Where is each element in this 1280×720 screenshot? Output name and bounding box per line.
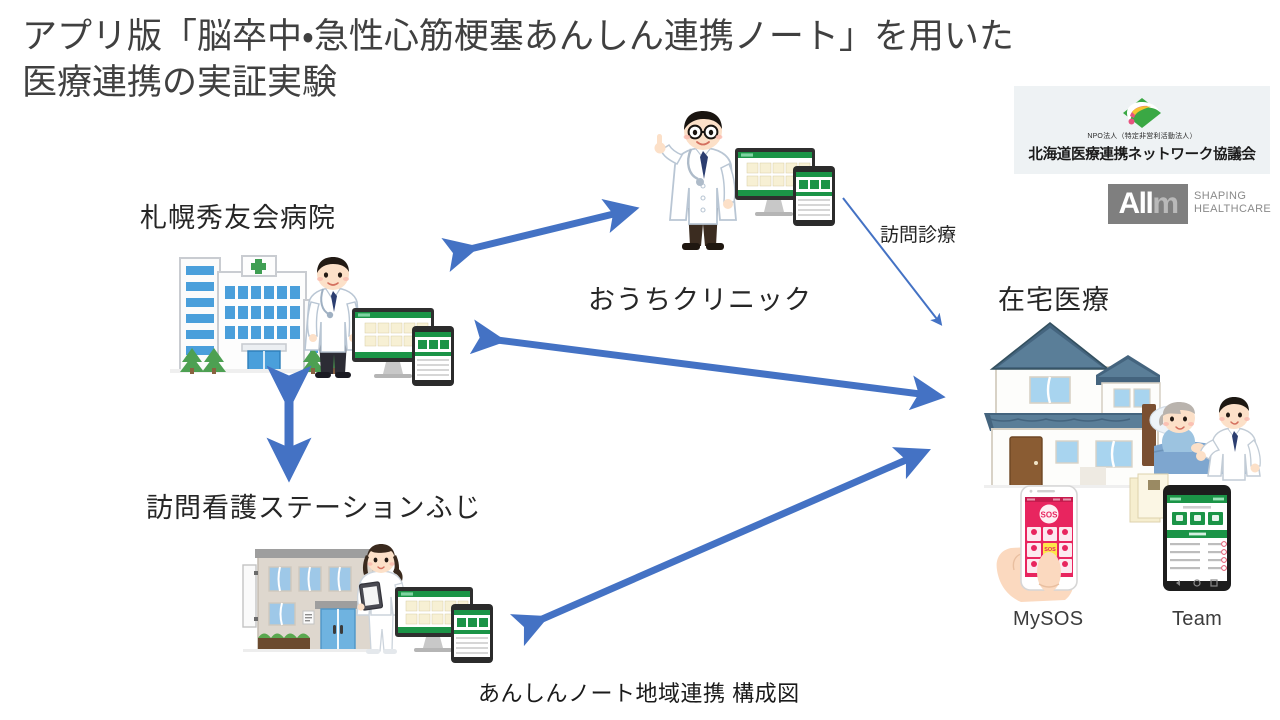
clinic-doctor-illustration [654, 111, 737, 250]
arrow-hospital-clinic [441, 198, 640, 272]
arrow-nurse-home [509, 447, 931, 647]
label-hospital: 札幌秀友会病院 [140, 203, 336, 233]
allm-wordmark: Allm [1118, 187, 1179, 220]
npo-logo-subtitle: NPO法人（特定非営利活動法人） [1087, 133, 1197, 140]
hospital-devices-illustration [352, 308, 454, 386]
page-title: アプリ版「脳卒中・急性心筋梗塞あんしん連携ノート」を用いた 医療連携の実証実験 [22, 17, 1014, 102]
arrow-clinic-home-visiting [842, 197, 943, 326]
diagram-caption: あんしんノート地域連携 構成図 [478, 681, 800, 706]
nurse-station-illustration [242, 549, 378, 652]
svg-text:SOS: SOS [1044, 547, 1056, 553]
npo-logo-name: 北海道医療連携ネットワーク協議会 [1028, 147, 1256, 163]
arrow-hospital-home [469, 319, 946, 411]
label-mysos-app: MySOS [1013, 608, 1084, 630]
allm-tagline: SHAPING HEALTHCARE [1194, 190, 1272, 215]
label-clinic: おうちクリニック [588, 285, 812, 315]
npo-leaf-mark [1123, 98, 1161, 128]
slide-canvas: アプリ版「脳卒中・急性心筋梗塞あんしん連携ノート」を用いた 医療連携の実証実験 … [0, 0, 1280, 720]
npo-logo: NPO法人（特定非営利活動法人） 北海道医療連携ネットワーク協議会 [1014, 86, 1270, 174]
label-visiting-care: 訪問診療 [880, 225, 957, 246]
clinic-devices-illustration [735, 148, 835, 226]
home-doctor-illustration [1196, 397, 1261, 481]
home-papers-illustration [1129, 473, 1169, 523]
nurse-illustration [356, 544, 406, 654]
label-nurse-station: 訪問看護ステーションふじ [146, 493, 482, 523]
svg-text:SOS: SOS [1041, 511, 1059, 520]
home-house-illustration [984, 321, 1166, 488]
hospital-illustration [170, 255, 345, 374]
nurse-devices-illustration [395, 587, 493, 663]
label-home-care: 在宅医療 [998, 285, 1110, 315]
mysos-phone-illustration: SOS SOS [996, 485, 1078, 602]
allm-logo: Allm [1108, 184, 1188, 224]
hospital-doctor-illustration [304, 257, 362, 378]
team-tablet-illustration [1163, 485, 1231, 591]
home-patient-illustration [1142, 402, 1250, 474]
label-team-app: Team [1172, 608, 1223, 630]
allm-wordmark-accent: m [1152, 187, 1179, 220]
